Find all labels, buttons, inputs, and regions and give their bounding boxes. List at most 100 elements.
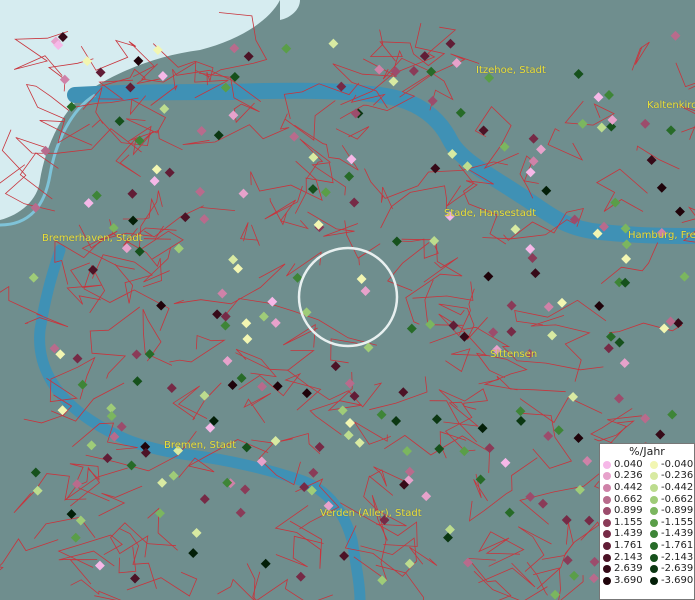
measurement-point[interactable] <box>603 343 614 354</box>
measurement-point[interactable] <box>374 64 385 75</box>
measurement-point[interactable] <box>281 43 292 54</box>
measurement-point[interactable] <box>236 373 247 384</box>
measurement-point[interactable] <box>339 550 350 561</box>
measurement-point[interactable] <box>180 212 191 223</box>
measurement-point[interactable] <box>126 460 137 471</box>
measurement-point[interactable] <box>573 433 584 444</box>
measurement-point[interactable] <box>345 418 355 428</box>
measurement-point[interactable] <box>222 355 233 366</box>
measurement-point[interactable] <box>166 383 177 394</box>
measurement-point[interactable] <box>506 326 517 337</box>
selection-circle[interactable] <box>297 246 399 348</box>
measurement-point[interactable] <box>553 425 564 436</box>
measurement-point[interactable] <box>516 415 526 426</box>
measurement-point[interactable] <box>569 570 580 581</box>
measurement-point[interactable] <box>506 300 517 311</box>
measurement-point[interactable] <box>70 532 81 543</box>
measurement-point[interactable] <box>360 286 371 296</box>
measurement-point[interactable] <box>328 38 339 49</box>
measurement-point[interactable] <box>666 125 676 136</box>
measurement-point[interactable] <box>241 442 252 453</box>
measurement-point[interactable] <box>217 288 228 299</box>
measurement-point[interactable] <box>675 206 685 217</box>
measurement-point[interactable] <box>128 215 139 226</box>
measurement-point[interactable] <box>66 509 77 520</box>
measurement-point[interactable] <box>337 405 348 416</box>
measurement-point[interactable] <box>543 431 554 441</box>
measurement-point[interactable] <box>594 301 605 311</box>
measurement-point[interactable] <box>670 30 681 41</box>
measurement-point[interactable] <box>272 381 283 392</box>
measurement-point[interactable] <box>72 353 83 364</box>
measurement-point[interactable] <box>536 144 546 155</box>
measurement-point[interactable] <box>621 253 632 264</box>
measurement-point[interactable] <box>388 76 399 87</box>
measurement-point[interactable] <box>593 92 604 103</box>
measurement-point[interactable] <box>196 125 207 136</box>
measurement-point[interactable] <box>212 309 223 320</box>
measurement-point[interactable] <box>164 167 175 178</box>
measurement-point[interactable] <box>584 515 595 526</box>
measurement-point[interactable] <box>640 118 651 129</box>
measurement-point[interactable] <box>525 167 536 178</box>
measurement-point[interactable] <box>391 416 402 426</box>
measurement-point[interactable] <box>227 380 238 391</box>
measurement-point[interactable] <box>673 318 684 329</box>
measurement-point[interactable] <box>462 557 473 568</box>
measurement-point[interactable] <box>390 66 401 77</box>
measurement-point[interactable] <box>32 485 43 496</box>
measurement-point[interactable] <box>614 337 625 348</box>
measurement-point[interactable] <box>483 271 494 282</box>
measurement-point[interactable] <box>343 430 354 441</box>
measurement-point[interactable] <box>267 296 278 307</box>
measurement-point[interactable] <box>258 311 269 322</box>
measurement-point[interactable] <box>270 317 281 328</box>
measurement-point[interactable] <box>106 411 117 422</box>
measurement-point[interactable] <box>155 508 165 519</box>
measurement-point[interactable] <box>157 71 168 81</box>
measurement-point[interactable] <box>195 186 206 197</box>
measurement-point[interactable] <box>114 116 125 127</box>
measurement-point[interactable] <box>149 176 160 186</box>
measurement-point[interactable] <box>504 507 515 518</box>
measurement-point[interactable] <box>344 378 355 389</box>
measurement-point[interactable] <box>233 263 243 274</box>
measurement-point[interactable] <box>475 474 486 485</box>
measurement-point[interactable] <box>620 277 631 288</box>
measurement-point[interactable] <box>640 413 651 424</box>
measurement-point[interactable] <box>445 524 455 535</box>
measurement-point[interactable] <box>588 573 599 584</box>
measurement-point[interactable] <box>561 515 572 525</box>
measurement-point[interactable] <box>604 90 614 100</box>
measurement-point[interactable] <box>94 560 105 571</box>
measurement-point[interactable] <box>568 391 579 402</box>
measurement-point[interactable] <box>243 51 254 62</box>
measurement-point[interactable] <box>525 244 536 254</box>
measurement-point[interactable] <box>228 254 239 265</box>
measurement-point[interactable] <box>235 507 246 518</box>
measurement-point[interactable] <box>421 491 432 502</box>
measurement-point[interactable] <box>406 323 417 334</box>
measurement-point[interactable] <box>547 330 558 341</box>
measurement-point[interactable] <box>665 316 676 327</box>
measurement-point[interactable] <box>655 429 666 440</box>
measurement-point[interactable] <box>527 253 538 263</box>
measurement-point[interactable] <box>199 390 210 401</box>
measurement-point[interactable] <box>240 484 251 495</box>
measurement-point[interactable] <box>667 409 678 420</box>
measurement-point[interactable] <box>499 141 510 152</box>
measurement-point[interactable] <box>425 319 436 330</box>
measurement-point[interactable] <box>550 589 561 600</box>
measurement-point[interactable] <box>308 467 319 478</box>
measurement-point[interactable] <box>330 361 341 372</box>
measurement-point[interactable] <box>199 214 210 225</box>
measurement-point[interactable] <box>308 184 318 195</box>
measurement-point[interactable] <box>528 156 539 167</box>
measurement-point[interactable] <box>500 457 511 468</box>
measurement-point[interactable] <box>301 388 312 399</box>
measurement-point[interactable] <box>168 470 179 481</box>
measurement-point[interactable] <box>228 110 239 121</box>
measurement-point[interactable] <box>646 155 657 166</box>
measurement-point[interactable] <box>131 349 142 360</box>
measurement-point[interactable] <box>354 437 365 448</box>
